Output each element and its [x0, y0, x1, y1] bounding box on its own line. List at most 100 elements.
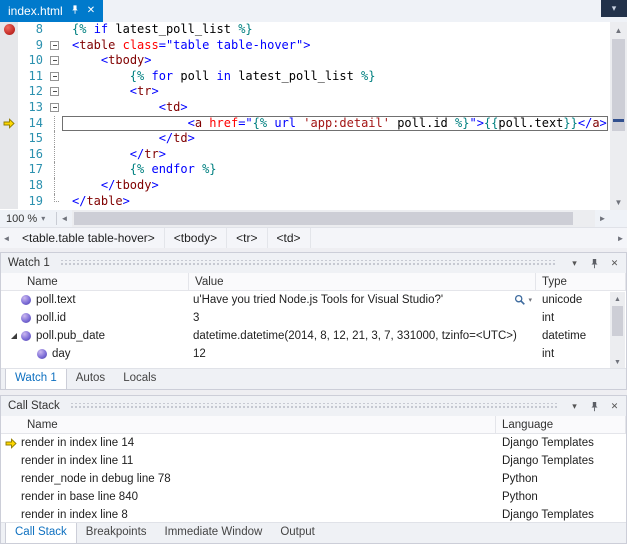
breakpoint-margin[interactable]	[0, 194, 18, 210]
breadcrumb-item[interactable]: <tr>	[227, 228, 267, 248]
magnifier-icon[interactable]	[514, 294, 526, 306]
close-icon[interactable]: ✕	[607, 256, 622, 271]
breakpoint-margin[interactable]	[0, 22, 18, 38]
breakpoint-margin[interactable]	[0, 84, 18, 100]
tab-locals[interactable]: Locals	[114, 369, 165, 389]
editor-vscrollbar[interactable]: ▲ ▼	[610, 22, 627, 210]
watch-row[interactable]: poll.textu'Have you tried Node.js Tools …	[1, 291, 626, 309]
fold-margin[interactable]	[48, 147, 62, 163]
column-header-type[interactable]: Type	[536, 273, 626, 290]
scroll-up-icon[interactable]: ▲	[610, 292, 625, 306]
expander[interactable]	[7, 333, 21, 339]
code-line[interactable]: </tr>	[62, 147, 608, 163]
fold-margin[interactable]	[48, 100, 62, 116]
scroll-up-icon[interactable]: ▲	[610, 22, 627, 38]
callstack-row[interactable]: render in base line 840Python	[1, 488, 626, 506]
column-header-name[interactable]: Name	[1, 416, 496, 433]
fold-margin[interactable]	[48, 194, 62, 210]
fold-toggle-icon[interactable]	[50, 56, 59, 65]
fold-margin[interactable]	[48, 116, 62, 132]
chevron-down-icon[interactable]: ▾	[567, 399, 582, 414]
breakpoint-margin[interactable]	[0, 53, 18, 69]
pin-icon[interactable]	[587, 399, 602, 414]
code-line[interactable]: {% endfor %}	[62, 162, 608, 178]
watch-value-cell[interactable]: datetime.datetime(2014, 8, 12, 21, 3, 7,…	[189, 330, 536, 342]
tab-watch-1[interactable]: Watch 1	[5, 369, 67, 389]
pin-icon[interactable]	[587, 256, 602, 271]
watch-row[interactable]: day12int	[1, 345, 626, 363]
scroll-down-icon[interactable]: ▼	[610, 355, 625, 369]
pin-icon[interactable]	[70, 4, 80, 18]
tab-immediate-window[interactable]: Immediate Window	[156, 523, 272, 543]
expanded-triangle-icon[interactable]	[11, 333, 17, 339]
breakpoint-margin[interactable]	[0, 147, 18, 163]
code-line[interactable]: {% for poll in latest_poll_list %}	[62, 69, 608, 85]
close-icon[interactable]: ✕	[87, 6, 95, 16]
column-header-value[interactable]: Value	[189, 273, 536, 290]
breadcrumb-item[interactable]: <table.table table-hover>	[13, 228, 165, 248]
fold-margin[interactable]	[48, 162, 62, 178]
breadcrumb-left-icon[interactable]: ◄	[0, 234, 13, 243]
code-line[interactable]: </tbody>	[62, 178, 608, 194]
tab-breakpoints[interactable]: Breakpoints	[77, 523, 156, 543]
breadcrumb-item[interactable]: <td>	[268, 228, 311, 248]
callstack-row[interactable]: render_node in debug line 78Python	[1, 470, 626, 488]
tab-output[interactable]: Output	[271, 523, 324, 543]
column-header-name[interactable]: Name	[1, 273, 189, 290]
value-visualizer[interactable]: ▾	[514, 294, 536, 306]
watch-row[interactable]: poll.id3int	[1, 309, 626, 327]
breakpoint-margin[interactable]	[0, 116, 18, 132]
fold-toggle-icon[interactable]	[50, 103, 59, 112]
code-line[interactable]: </td>	[62, 131, 608, 147]
callstack-row[interactable]: render in index line 11Django Templates	[1, 452, 626, 470]
breakpoint-margin[interactable]	[0, 178, 18, 194]
breadcrumb-right-icon[interactable]: ►	[614, 234, 627, 243]
editor-hscrollbar[interactable]	[72, 210, 595, 227]
code-line[interactable]: <tbody>	[62, 53, 608, 69]
hscroll-thumb[interactable]	[74, 212, 573, 225]
breakpoint-margin[interactable]	[0, 162, 18, 178]
fold-toggle-icon[interactable]	[50, 72, 59, 81]
watch-value-cell[interactable]: 12	[189, 348, 536, 360]
code-line[interactable]: <table class="table table-hover">	[62, 38, 608, 54]
fold-margin[interactable]	[48, 38, 62, 54]
breadcrumb-item[interactable]: <tbody>	[165, 228, 227, 248]
tab-autos[interactable]: Autos	[67, 369, 114, 389]
callstack-row[interactable]: render in index line 14Django Templates	[1, 434, 626, 452]
scroll-right-icon[interactable]: ►	[595, 214, 610, 223]
breakpoint-margin[interactable]	[0, 131, 18, 147]
column-header-language[interactable]: Language	[496, 416, 626, 433]
editor[interactable]: 8{% if latest_poll_list %}9<table class=…	[0, 22, 610, 210]
fold-toggle-icon[interactable]	[50, 41, 59, 50]
scroll-left-icon[interactable]: ◄	[57, 214, 72, 223]
code-line[interactable]: </table>	[62, 194, 608, 210]
tab-index-html[interactable]: index.html ✕	[0, 0, 103, 22]
breakpoint-margin[interactable]	[0, 100, 18, 116]
fold-margin[interactable]	[48, 84, 62, 100]
watch-value-cell[interactable]: u'Have you tried Node.js Tools for Visua…	[189, 294, 536, 306]
breakpoint-margin[interactable]	[0, 38, 18, 54]
fold-margin[interactable]	[48, 22, 62, 38]
chevron-down-icon[interactable]: ▾	[567, 256, 582, 271]
breakpoint-margin[interactable]	[0, 69, 18, 85]
code-line[interactable]: {% if latest_poll_list %}	[62, 22, 608, 38]
fold-margin[interactable]	[48, 178, 62, 194]
code-line[interactable]: <tr>	[62, 84, 608, 100]
zoom-select[interactable]: 100 % ▾	[0, 210, 56, 227]
watch-scroll-thumb[interactable]	[612, 306, 623, 336]
tab-call-stack[interactable]: Call Stack	[5, 523, 77, 543]
fold-margin[interactable]	[48, 69, 62, 85]
fold-margin[interactable]	[48, 53, 62, 69]
watch-row[interactable]: poll.pub_datedatetime.datetime(2014, 8, …	[1, 327, 626, 345]
scroll-down-icon[interactable]: ▼	[610, 194, 627, 210]
watch-scrollbar[interactable]: ▲ ▼	[610, 292, 625, 369]
window-menu-button[interactable]: ▾	[601, 0, 627, 17]
vscroll-thumb[interactable]	[612, 39, 625, 131]
code-line[interactable]: <td>	[62, 100, 608, 116]
close-icon[interactable]: ✕	[607, 399, 622, 414]
chevron-down-icon[interactable]: ▾	[528, 296, 532, 304]
code-line[interactable]: <a href="{% url 'app:detail' poll.id %}"…	[62, 116, 608, 132]
watch-value-cell[interactable]: 3	[189, 312, 536, 324]
fold-toggle-icon[interactable]	[50, 87, 59, 96]
fold-margin[interactable]	[48, 131, 62, 147]
